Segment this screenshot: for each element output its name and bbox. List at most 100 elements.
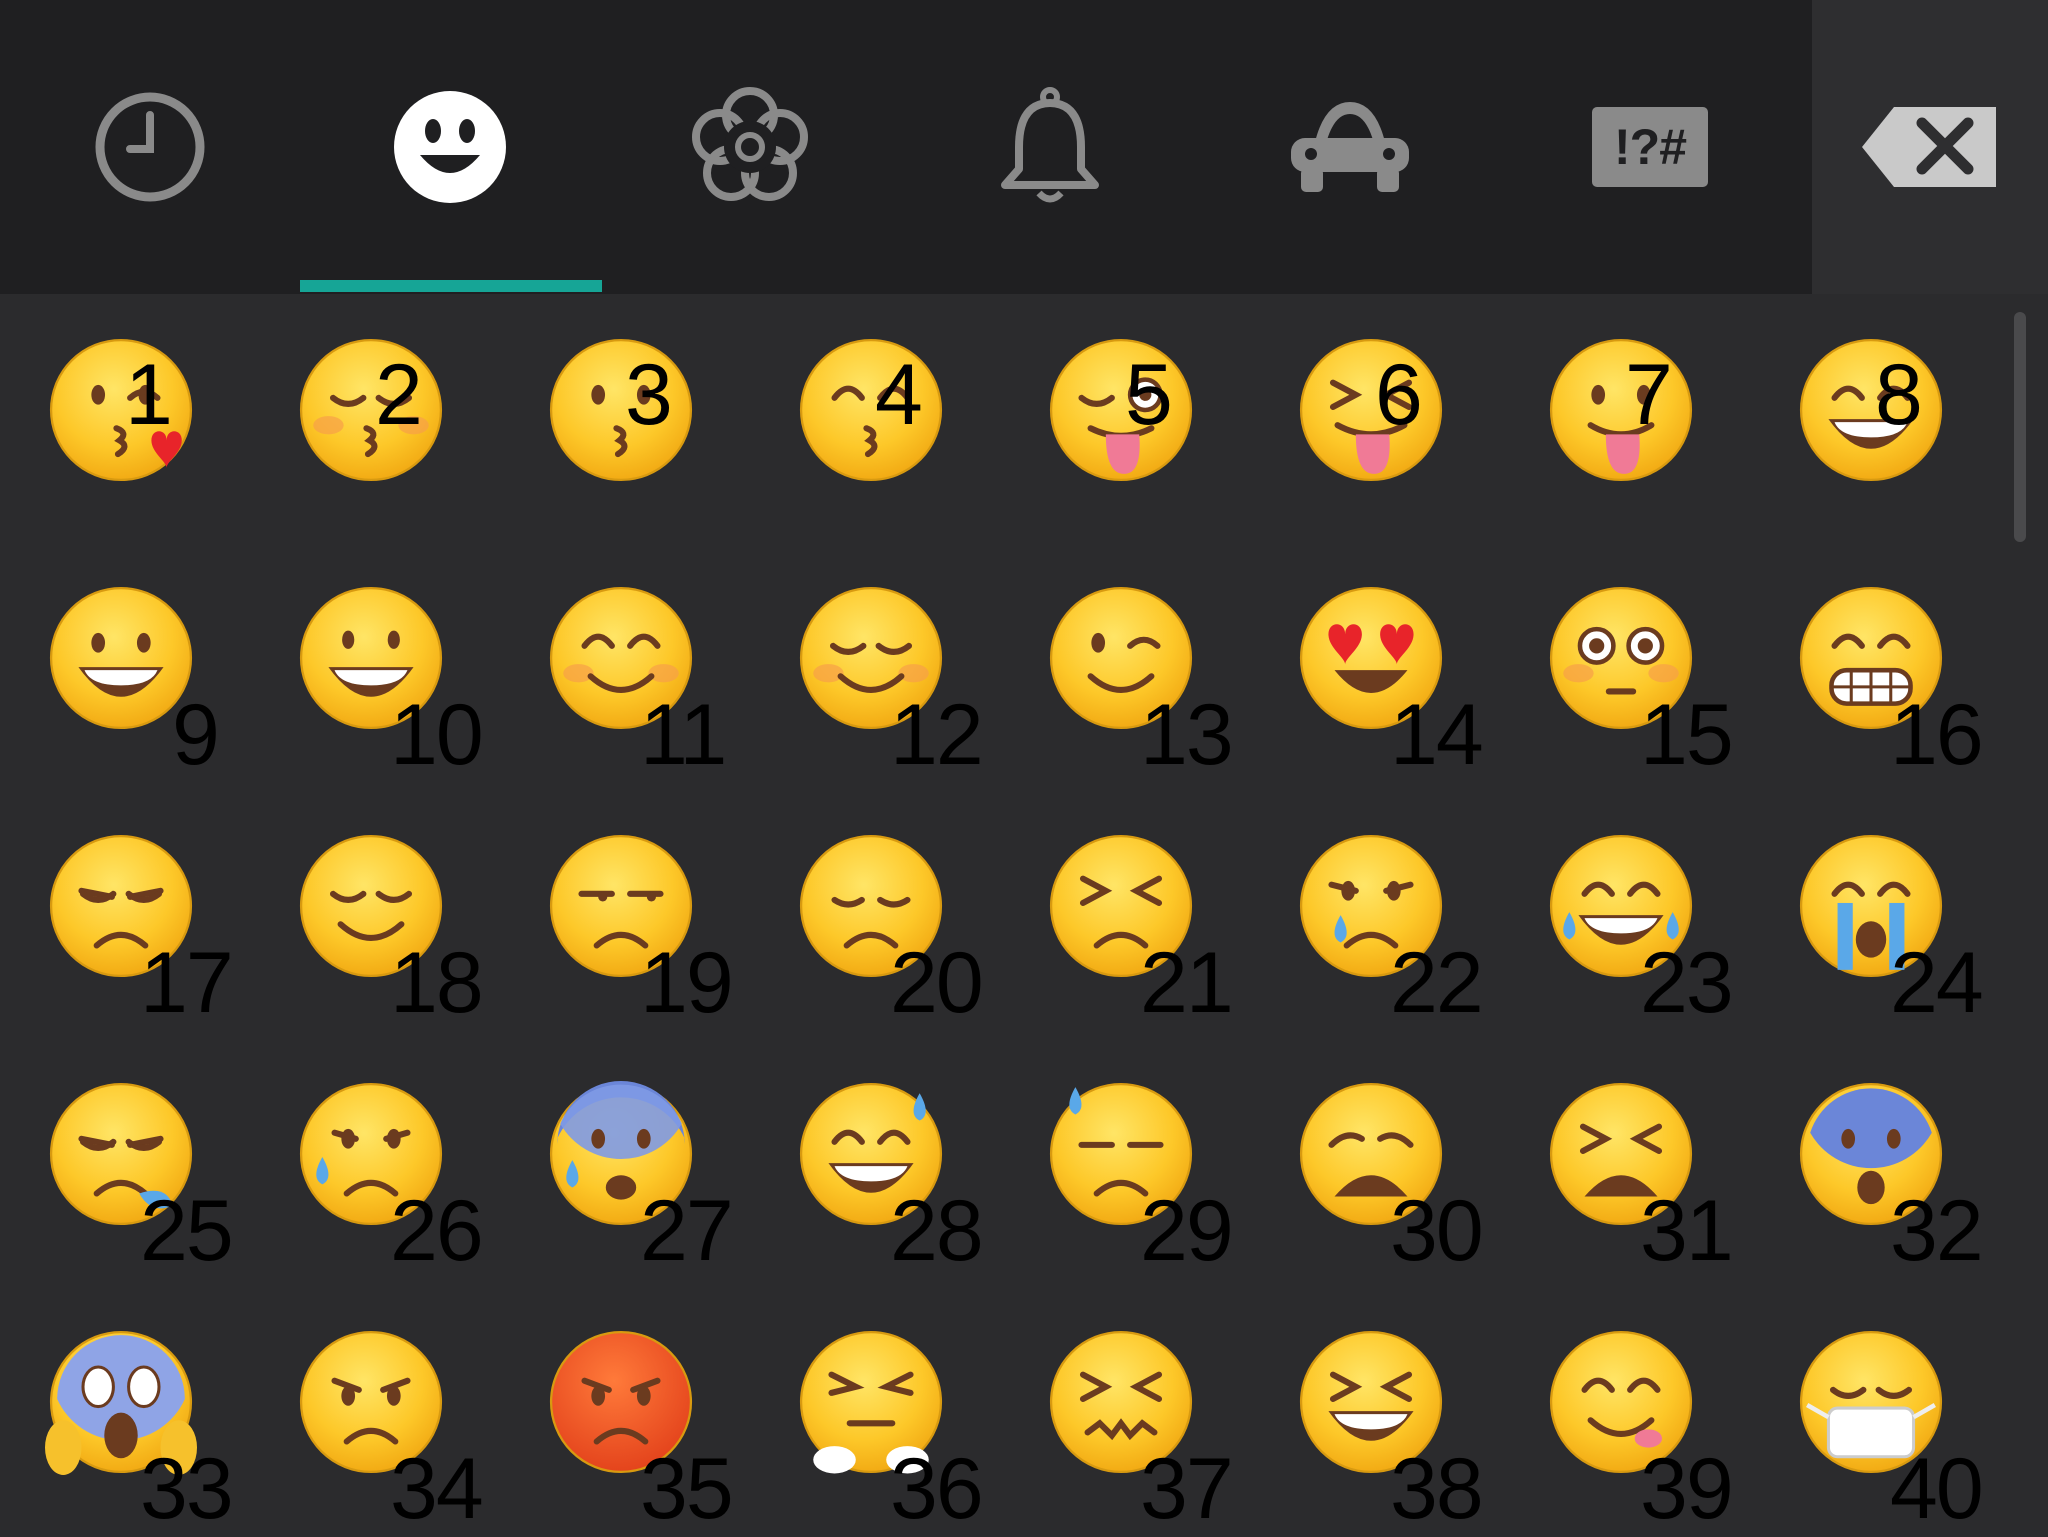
emoji-number-label: 31	[1640, 1183, 1734, 1279]
emoji-number-label: 10	[390, 687, 484, 783]
emoji-smiley[interactable]: 9	[0, 542, 250, 790]
emoji-relaxed[interactable]: 12	[750, 542, 1000, 790]
emoji-flushed[interactable]: 15	[1500, 542, 1750, 790]
clock-icon	[95, 92, 205, 202]
kiss-closed-icon	[295, 334, 447, 486]
emoji-laughing[interactable]: 38	[1250, 1286, 1500, 1534]
emoji-sweat-smile[interactable]: 28	[750, 1038, 1000, 1286]
emoji-kiss-smile[interactable]: 4	[750, 294, 1000, 542]
scrollbar[interactable]	[2014, 312, 2026, 542]
kiss-icon	[545, 334, 697, 486]
emoji-number-label: 4	[875, 347, 923, 443]
tab-objects[interactable]	[900, 0, 1200, 294]
emoji-number-label: 14	[1390, 687, 1484, 783]
emoji-cry[interactable]: 22	[1250, 790, 1500, 1038]
emoji-number-label: 2	[375, 347, 423, 443]
emoji-yum[interactable]: 39	[1500, 1286, 1750, 1534]
emoji-number-label: 6	[1375, 347, 1423, 443]
tongue-icon	[1545, 334, 1697, 486]
kiss-smile-icon	[795, 334, 947, 486]
emoji-kiss-closed[interactable]: 2	[250, 294, 500, 542]
emoji-mask[interactable]: 40	[1750, 1286, 2000, 1534]
emoji-number-label: 19	[640, 935, 734, 1031]
emoji-number-label: 11	[640, 687, 727, 783]
emoji-number-label: 28	[890, 1183, 984, 1279]
emoji-number-label: 20	[890, 935, 984, 1031]
emoji-number-label: 29	[1140, 1183, 1234, 1279]
emoji-number-label: 7	[1625, 347, 1673, 443]
symbols-icon: !?#	[1592, 107, 1708, 187]
emoji-fearful[interactable]: 32	[1750, 1038, 2000, 1286]
bell-icon	[1001, 87, 1099, 203]
emoji-rage[interactable]: 35	[500, 1286, 750, 1534]
backspace-icon	[1862, 107, 1996, 187]
backspace-button[interactable]	[1812, 0, 2048, 294]
emoji-confounded[interactable]: 37	[1000, 1286, 1250, 1534]
tongue-wink-icon	[1045, 334, 1197, 486]
emoji-scream[interactable]: 33	[0, 1286, 250, 1534]
emoji-grid: 1 2 3 4 5 6 7 8 9 10 11 12 13 14 15 16 1…	[0, 294, 2048, 1536]
emoji-kiss[interactable]: 3	[500, 294, 750, 542]
emoji-number-label: 3	[625, 347, 673, 443]
emoji-number-label: 15	[1640, 687, 1734, 783]
emoji-weary[interactable]: 30	[1250, 1038, 1500, 1286]
emoji-wink[interactable]: 13	[1000, 542, 1250, 790]
emoji-number-label: 26	[390, 1183, 484, 1279]
emoji-number-label: 22	[1390, 935, 1484, 1031]
emoji-pensive[interactable]: 17	[0, 790, 250, 1038]
active-tab-indicator	[300, 280, 602, 292]
tab-nature[interactable]	[600, 0, 900, 294]
emoji-number-label: 8	[1875, 347, 1923, 443]
emoji-number-label: 36	[890, 1441, 984, 1537]
emoji-triumph[interactable]: 36	[750, 1286, 1000, 1534]
emoji-number-label: 9	[172, 687, 220, 783]
emoji-number-label: 17	[140, 935, 234, 1031]
emoji-tongue-wink[interactable]: 5	[1000, 294, 1250, 542]
emoji-sob[interactable]: 24	[1750, 790, 2000, 1038]
smiley-icon	[394, 91, 506, 203]
emoji-angry[interactable]: 34	[250, 1286, 500, 1534]
emoji-number-label: 38	[1390, 1441, 1484, 1537]
emoji-number-label: 35	[640, 1441, 734, 1537]
tab-people[interactable]	[300, 0, 600, 294]
kiss-heart-icon	[45, 334, 197, 486]
emoji-number-label: 23	[1640, 935, 1734, 1031]
emoji-relieved[interactable]: 18	[250, 790, 500, 1038]
emoji-sad-sweat[interactable]: 26	[250, 1038, 500, 1286]
symbols-label: !?#	[1614, 119, 1687, 175]
emoji-number-label: 24	[1890, 935, 1984, 1031]
emoji-tongue-squint[interactable]: 6	[1250, 294, 1500, 542]
emoji-disappointed[interactable]: 20	[750, 790, 1000, 1038]
emoji-number-label: 12	[890, 687, 984, 783]
emoji-sweat[interactable]: 29	[1000, 1038, 1250, 1286]
emoji-category-bar: !?#	[0, 0, 1812, 294]
emoji-unamused[interactable]: 19	[500, 790, 750, 1038]
emoji-kiss-heart[interactable]: 1	[0, 294, 250, 542]
emoji-tongue[interactable]: 7	[1500, 294, 1750, 542]
emoji-number-label: 27	[640, 1183, 734, 1279]
emoji-number-label: 18	[390, 935, 484, 1031]
emoji-number-label: 33	[140, 1441, 234, 1537]
tab-places[interactable]	[1200, 0, 1500, 294]
emoji-number-label: 32	[1890, 1183, 1984, 1279]
tongue-squint-icon	[1295, 334, 1447, 486]
flower-icon	[692, 87, 808, 201]
emoji-heart-eyes[interactable]: 14	[1250, 542, 1500, 790]
car-icon	[1291, 102, 1409, 192]
emoji-number-label: 37	[1140, 1441, 1234, 1537]
emoji-grin-smile[interactable]: 8	[1750, 294, 2000, 542]
emoji-number-label: 30	[1390, 1183, 1484, 1279]
emoji-number-label: 16	[1890, 687, 1984, 783]
emoji-tired[interactable]: 31	[1500, 1038, 1750, 1286]
tab-symbols[interactable]: !?#	[1500, 0, 1800, 294]
emoji-smile-blush[interactable]: 11	[500, 542, 750, 790]
emoji-number-label: 25	[140, 1183, 234, 1279]
emoji-sleepy[interactable]: 25	[0, 1038, 250, 1286]
tab-recent[interactable]	[0, 0, 300, 294]
emoji-smile-open[interactable]: 10	[250, 542, 500, 790]
emoji-grimace[interactable]: 16	[1750, 542, 2000, 790]
emoji-cold-sweat[interactable]: 27	[500, 1038, 750, 1286]
emoji-joy[interactable]: 23	[1500, 790, 1750, 1038]
emoji-persevere[interactable]: 21	[1000, 790, 1250, 1038]
emoji-number-label: 21	[1140, 935, 1234, 1031]
